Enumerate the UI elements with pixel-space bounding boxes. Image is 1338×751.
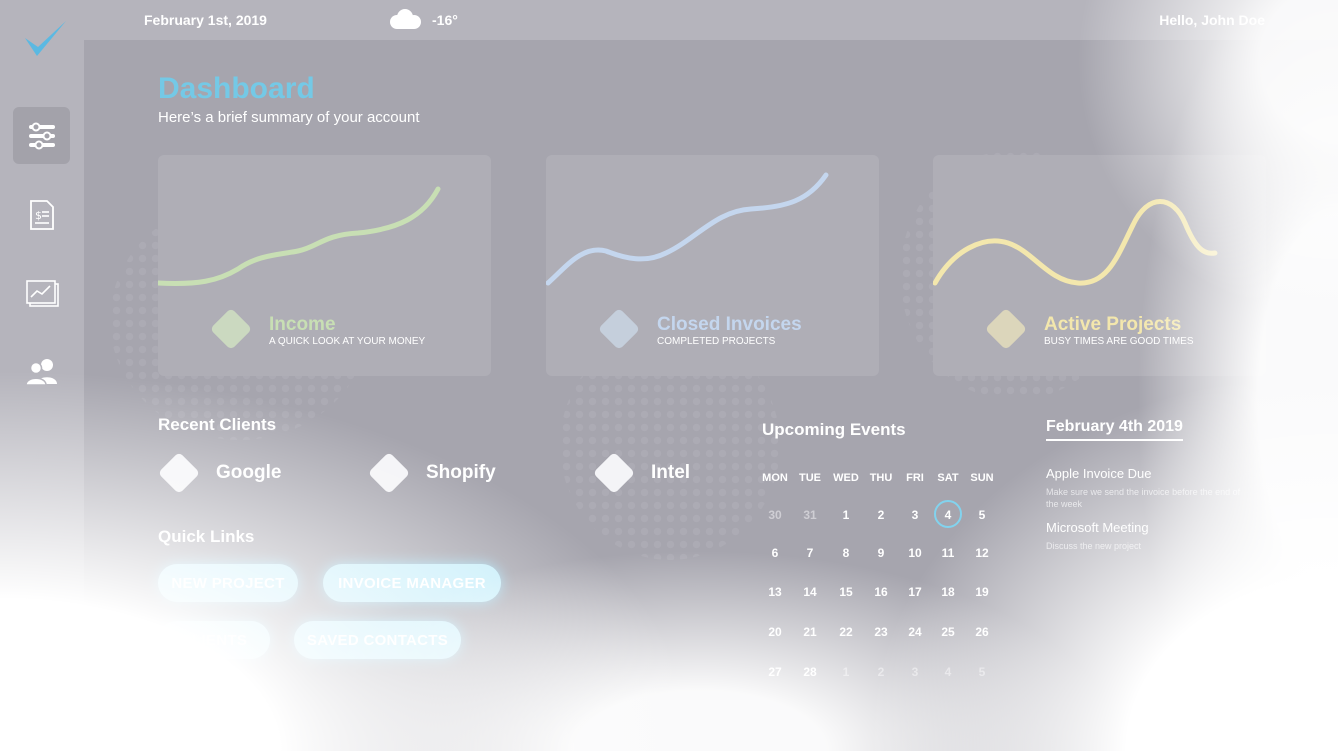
- calendar-day[interactable]: 26: [965, 625, 999, 639]
- users-icon: [24, 358, 57, 385]
- calendar-day[interactable]: 13: [758, 585, 792, 599]
- calendar-weekday: SAT: [937, 472, 959, 484]
- svg-text:$: $: [35, 209, 42, 222]
- calendar-day[interactable]: 2: [864, 665, 898, 679]
- card-label: Closed Invoices: [657, 314, 802, 335]
- calendar-day[interactable]: 1: [829, 665, 863, 679]
- calendar-day[interactable]: 25: [931, 625, 965, 639]
- calendar-day[interactable]: 7: [793, 546, 827, 560]
- calendar-day[interactable]: 6: [758, 546, 792, 560]
- calendar-day[interactable]: 5: [965, 665, 999, 679]
- client-google[interactable]: Google: [157, 451, 282, 495]
- calendar-day[interactable]: 2: [864, 508, 898, 522]
- calendar-day[interactable]: 23: [864, 625, 898, 639]
- sidebar-item-invoices[interactable]: $: [13, 186, 70, 243]
- income-card[interactable]: Income A QUICK LOOK AT YOUR MONEY: [158, 155, 491, 376]
- current-date: February 1st, 2019: [144, 12, 267, 28]
- client-intel[interactable]: Intel: [592, 451, 691, 495]
- calendar-weekday: THU: [869, 472, 893, 484]
- calendar-day[interactable]: 31: [793, 508, 827, 522]
- calendar-day[interactable]: 11: [931, 546, 965, 560]
- sidebar-item-users[interactable]: [13, 342, 70, 399]
- sliders-icon: [28, 122, 55, 149]
- sidebar-item-reports[interactable]: [13, 264, 70, 321]
- calendar-day[interactable]: 12: [965, 546, 999, 560]
- client-name: Intel: [651, 462, 691, 483]
- calendar-day[interactable]: 10: [898, 546, 932, 560]
- active-projects-card[interactable]: Active Projects BUSY TIMES ARE GOOD TIME…: [933, 155, 1266, 376]
- calendar-day[interactable]: 8: [829, 546, 863, 560]
- calendar-day[interactable]: 9: [864, 546, 898, 560]
- cloud-icon: [390, 9, 421, 29]
- calendar-day[interactable]: 15: [829, 585, 863, 599]
- upcoming-events-title: Upcoming Events: [762, 420, 906, 439]
- event-item-desc: Discuss the new project: [1046, 541, 1142, 551]
- client-shopify[interactable]: Shopify: [367, 451, 496, 495]
- calendar-day[interactable]: 4: [931, 665, 965, 679]
- card-label: Active Projects: [1044, 314, 1182, 335]
- calendar-day[interactable]: 22: [829, 625, 863, 639]
- calendar-day[interactable]: 27: [758, 665, 792, 679]
- client-gem-icon: [592, 451, 636, 495]
- card-subtitle: COMPLETED PROJECTS: [657, 336, 776, 347]
- calendar-day[interactable]: 20: [758, 625, 792, 639]
- client-gem-icon: [157, 451, 201, 495]
- recent-clients-title: Recent Clients: [158, 415, 277, 434]
- calendar-day[interactable]: 24: [898, 625, 932, 639]
- invoice-manager-button[interactable]: INVOICE MANAGER: [323, 564, 501, 602]
- reports-icon: [25, 279, 59, 307]
- event-item-title[interactable]: Microsoft Meeting: [1046, 520, 1149, 535]
- calendar-weekday: MON: [762, 472, 788, 484]
- calendar-day[interactable]: 17: [898, 585, 932, 599]
- client-gem-icon: [367, 451, 411, 495]
- saved-contacts-button[interactable]: SAVED CONTACTS: [294, 621, 461, 659]
- calendar-weekday: SUN: [970, 472, 994, 484]
- closed-invoices-card[interactable]: Closed Invoices COMPLETED PROJECTS: [546, 155, 879, 376]
- calendar-day[interactable]: 5: [965, 508, 999, 522]
- calendar-day[interactable]: 30: [758, 508, 792, 522]
- calendar-day[interactable]: 3: [898, 665, 932, 679]
- client-name: Shopify: [426, 462, 496, 483]
- page-title: Dashboard: [158, 72, 315, 105]
- client-name: Google: [216, 462, 282, 483]
- quick-links-title: Quick Links: [158, 527, 255, 546]
- selected-day-ring: [934, 500, 962, 528]
- user-greeting[interactable]: Hello, John Doe: [1120, 12, 1265, 28]
- new-project-button[interactable]: NEW PROJECT: [158, 564, 298, 602]
- sidebar: $: [0, 0, 84, 751]
- page-subtitle: Here’s a brief summary of your account: [158, 109, 420, 126]
- calendar-weekday: FRI: [906, 472, 924, 484]
- calendar-day[interactable]: 14: [793, 585, 827, 599]
- calendar-weekday: TUE: [799, 472, 821, 484]
- invoice-icon: $: [29, 199, 54, 230]
- calendar-day[interactable]: 19: [965, 585, 999, 599]
- sidebar-item-dashboard[interactable]: [13, 107, 70, 164]
- card-subtitle: A QUICK LOOK AT YOUR MONEY: [269, 336, 426, 347]
- calendar-day[interactable]: 18: [931, 585, 965, 599]
- calendar-day[interactable]: 1: [829, 508, 863, 522]
- temperature: -16°: [432, 12, 458, 28]
- calendar-weekday: WED: [833, 472, 859, 484]
- card-label: Income: [269, 314, 336, 335]
- event-item-title[interactable]: Apple Invoice Due: [1046, 466, 1152, 481]
- calendar-day[interactable]: 16: [864, 585, 898, 599]
- clients-button[interactable]: CLIENTS: [158, 621, 270, 659]
- checkmark-logo[interactable]: [22, 18, 68, 62]
- calendar-day[interactable]: 3: [898, 508, 932, 522]
- event-item-desc: Make sure we send the invoice before the…: [1046, 487, 1241, 509]
- calendar-day[interactable]: 28: [793, 665, 827, 679]
- calendar-day[interactable]: 21: [793, 625, 827, 639]
- card-subtitle: BUSY TIMES ARE GOOD TIMES: [1044, 336, 1194, 347]
- event-date-title: February 4th 2019: [1046, 418, 1183, 441]
